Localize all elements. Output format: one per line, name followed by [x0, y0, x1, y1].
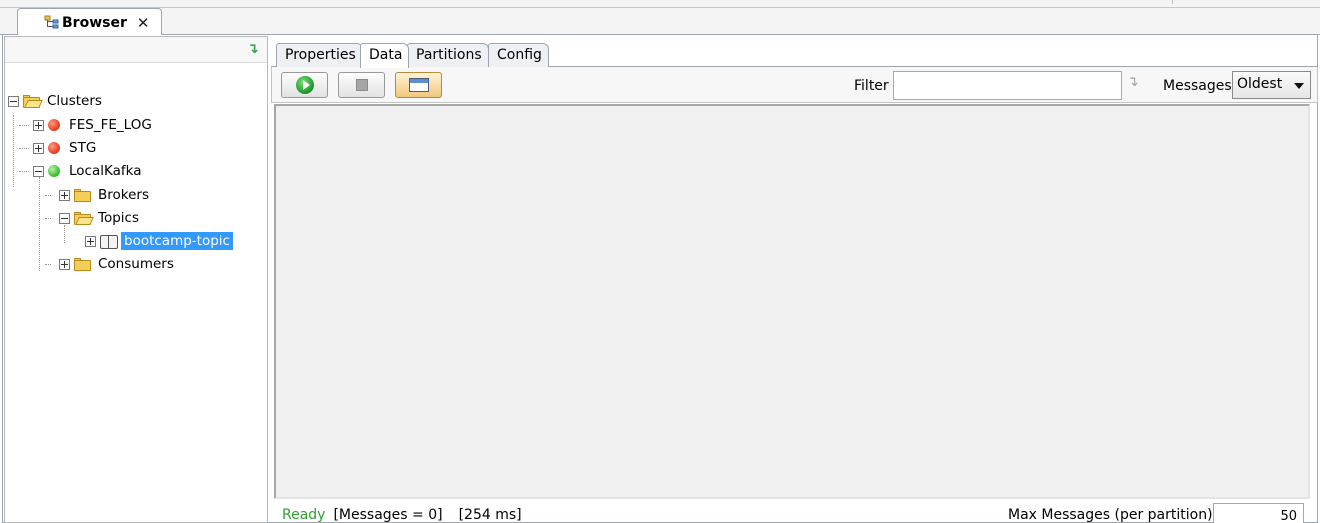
status-red-icon — [48, 142, 60, 154]
layout-toggle-button[interactable] — [395, 72, 442, 98]
messages-table-area[interactable] — [274, 104, 1310, 499]
status-bar: Ready [Messages = 0] [254 ms] — [282, 507, 522, 523]
tree-node-brokers[interactable]: Brokers — [59, 185, 149, 205]
tree-connector — [45, 195, 51, 196]
tree-connector — [19, 171, 29, 172]
tree-label: FES_FE_LOG — [69, 117, 152, 133]
max-messages-label: Max Messages (per partition) — [1008, 507, 1213, 523]
tree-label: STG — [69, 140, 97, 156]
tree-connector — [39, 177, 40, 271]
tree-connector — [45, 264, 51, 265]
collapse-icon[interactable] — [33, 165, 44, 177]
status-red-icon — [48, 119, 60, 131]
tree-connector — [13, 115, 14, 187]
expand-icon[interactable] — [59, 189, 70, 201]
messages-order-value: Oldest — [1237, 76, 1283, 92]
collapse-icon[interactable] — [8, 95, 19, 107]
tab-data[interactable]: Data — [360, 43, 410, 68]
tab-properties[interactable]: Properties — [276, 43, 363, 67]
top-separator — [1172, 0, 1173, 4]
messages-label: Messages — [1163, 78, 1232, 94]
start-button[interactable] — [281, 72, 328, 98]
tree-node-consumers[interactable]: Consumers — [59, 254, 174, 274]
tree-label: Consumers — [98, 256, 174, 272]
filter-label: Filter — [854, 78, 889, 94]
status-green-icon — [48, 165, 60, 177]
play-icon — [295, 76, 314, 94]
expand-icon[interactable] — [33, 142, 44, 154]
close-icon[interactable]: ✕ — [137, 14, 150, 32]
tree-node-topic[interactable]: bootcamp-topic — [85, 231, 233, 251]
tab-browser-label: Browser — [62, 14, 127, 31]
tree-connector — [45, 218, 51, 219]
expand-icon[interactable] — [33, 119, 44, 131]
tree-label-selected: bootcamp-topic — [121, 232, 233, 250]
tree-node-cluster[interactable]: FES_FE_LOG — [33, 115, 152, 135]
window-top-bar — [0, 0, 1320, 8]
collapse-icon[interactable] — [59, 212, 70, 224]
cluster-tree-panel: ↴ Clusters FES_FE_LOG STG LocalKafka Bro… — [4, 36, 268, 523]
expand-icon[interactable] — [85, 235, 96, 247]
apply-filter-icon[interactable]: ↴ — [1127, 74, 1139, 90]
expand-icon[interactable] — [59, 258, 70, 270]
window-layout-icon — [408, 78, 429, 92]
filter-input[interactable] — [893, 71, 1122, 100]
data-toolbar: Filter ↴ Messages Oldest — [271, 67, 1318, 103]
tree-label: LocalKafka — [69, 163, 142, 179]
dropdown-arrow-icon — [1294, 83, 1304, 89]
tab-browser[interactable]: Browser ✕ — [17, 8, 162, 36]
status-message-count: [Messages = 0] — [333, 507, 443, 523]
folder-open-icon — [74, 211, 94, 225]
tree-label: Topics — [98, 210, 139, 226]
refresh-icon[interactable]: ↴ — [247, 41, 261, 57]
stop-button[interactable] — [338, 72, 385, 98]
messages-order-select[interactable]: Oldest — [1232, 71, 1311, 99]
tree-label: Brokers — [98, 187, 150, 203]
detail-tab-strip: Properties Data Partitions Config — [271, 43, 1318, 68]
book-icon — [100, 234, 118, 249]
tree-toolbar: ↴ — [5, 37, 267, 63]
tree-node-topics[interactable]: Topics — [59, 208, 139, 228]
view-tab-strip: Browser ✕ — [0, 8, 1320, 36]
tree-node-clusters[interactable]: Clusters — [8, 91, 102, 111]
tree-connector — [19, 148, 29, 149]
status-elapsed-time: [254 ms] — [458, 507, 522, 523]
status-ready: Ready — [282, 507, 326, 523]
topic-detail-panel: Properties Data Partitions Config Filter… — [271, 36, 1318, 523]
tree-label: Clusters — [47, 93, 102, 109]
tree-node-cluster[interactable]: STG — [33, 138, 96, 158]
folder-icon — [74, 257, 92, 271]
folder-open-icon — [23, 94, 43, 108]
stop-icon — [355, 79, 368, 91]
folder-icon — [74, 188, 92, 202]
tab-config[interactable]: Config — [488, 43, 549, 67]
tab-partitions[interactable]: Partitions — [407, 43, 489, 67]
max-messages-input[interactable] — [1213, 503, 1304, 523]
tree-connector — [19, 125, 29, 126]
tree-node-cluster[interactable]: LocalKafka — [33, 161, 141, 181]
browser-tree-icon — [44, 15, 59, 29]
